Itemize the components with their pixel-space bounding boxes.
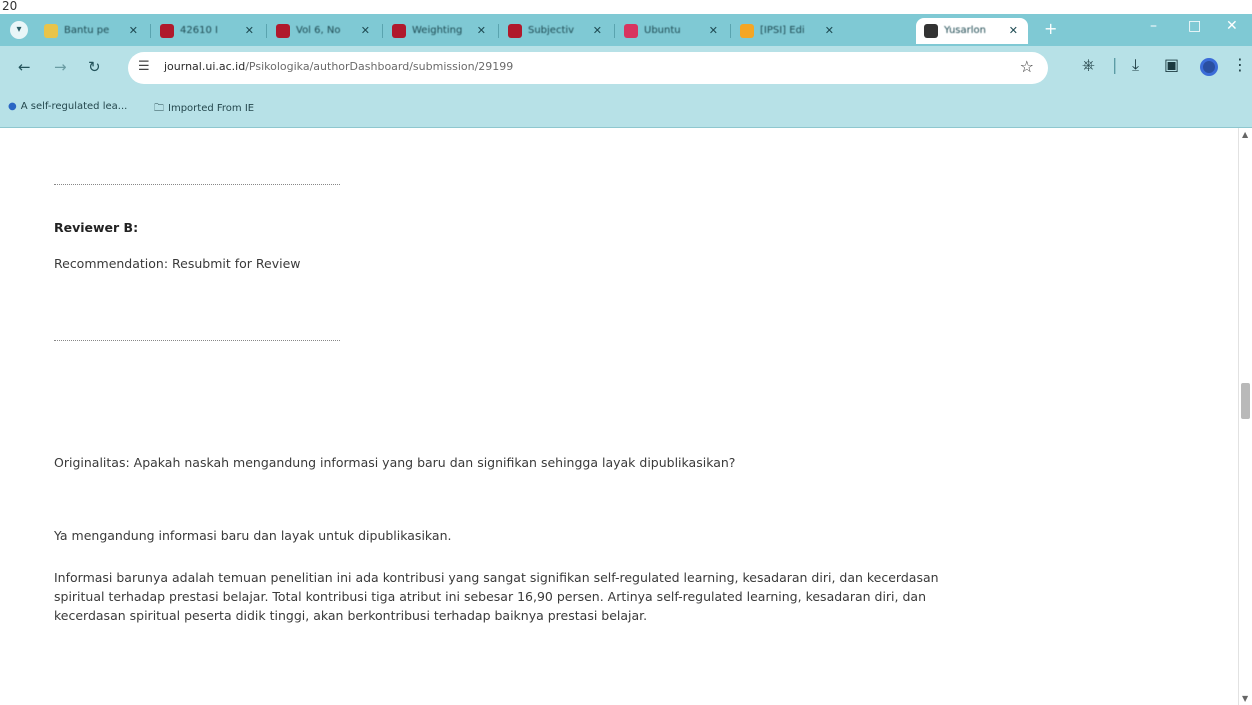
tab-4[interactable]: Weighting ✕ — [384, 18, 496, 44]
site-info-icon[interactable]: ☰ — [138, 59, 150, 74]
tab-favicon-icon — [624, 24, 638, 38]
tab-1[interactable]: Bantu pe ✕ — [36, 18, 148, 44]
browser-chrome: ▾ Bantu pe ✕ 42610 I ✕ Vol 6, No ✕ Weightin… — [0, 14, 1252, 128]
address-bar[interactable]: ☰ journal.ui.ac.id/Psikologika/authorDas… — [128, 52, 1048, 84]
tab-favicon-icon — [44, 24, 58, 38]
forward-button[interactable]: → — [54, 58, 67, 76]
originality-question: Originalitas: Apakah naskah mengandung i… — [54, 455, 736, 470]
page-viewport: Reviewer B: Recommendation: Resubmit for… — [0, 128, 1252, 705]
scroll-up-icon[interactable]: ▲ — [1242, 130, 1248, 139]
close-icon[interactable]: ✕ — [709, 18, 718, 44]
tab-3[interactable]: Vol 6, No ✕ — [268, 18, 380, 44]
sidepanel-icon[interactable]: ▣ — [1164, 55, 1179, 74]
tab-active[interactable]: Yusarlon ✕ — [916, 18, 1028, 44]
scroll-down-icon[interactable]: ▼ — [1242, 694, 1248, 703]
tab-title: [IPSI] Edi — [760, 25, 805, 36]
tab-strip: ▾ Bantu pe ✕ 42610 I ✕ Vol 6, No ✕ Weightin… — [0, 14, 1252, 46]
tab-favicon-icon — [392, 24, 406, 38]
scrollbar-thumb[interactable] — [1241, 383, 1250, 419]
tab-favicon-icon — [740, 24, 754, 38]
tab-title: Bantu pe — [64, 25, 110, 36]
url-path: /Psikologika/authorDashboard/submission/… — [245, 60, 514, 73]
globe-icon: ● — [8, 101, 17, 112]
tab-5[interactable]: Subjectiv ✕ — [500, 18, 612, 44]
back-button[interactable]: ← — [18, 58, 31, 76]
tab-search-icon[interactable]: ▾ — [10, 21, 28, 39]
recommendation-text: Recommendation: Resubmit for Review — [54, 256, 301, 271]
separator-line — [54, 184, 340, 186]
tab-6[interactable]: Ubuntu ✕ — [616, 18, 728, 44]
close-window-button[interactable]: ✕ — [1226, 18, 1238, 34]
url-text[interactable]: journal.ui.ac.id/Psikologika/authorDashb… — [164, 60, 513, 73]
originality-answer: Ya mengandung informasi baru dan layak u… — [54, 528, 452, 543]
close-icon[interactable]: ✕ — [593, 18, 602, 44]
originality-explanation: Informasi barunya adalah temuan peneliti… — [54, 570, 939, 623]
profile-icon[interactable] — [1200, 58, 1218, 76]
tab-favicon-icon — [160, 24, 174, 38]
tab-title: Ubuntu — [644, 25, 681, 36]
download-icon[interactable]: ⤓ — [1132, 55, 1139, 75]
tab-7[interactable]: [IPSI] Edi ✕ — [732, 18, 844, 44]
browser-toolbar: ← → ↻ ☰ journal.ui.ac.id/Psikologika/aut… — [0, 46, 1252, 90]
toolbar-divider: | — [1112, 55, 1118, 74]
separator-line — [54, 340, 340, 342]
maximize-button[interactable]: □ — [1188, 18, 1201, 34]
bookmark-label: Imported From IE — [168, 103, 255, 114]
close-icon[interactable]: ✕ — [477, 18, 486, 44]
extensions-icon[interactable]: ⎈ — [1082, 55, 1095, 75]
new-tab-button[interactable]: + — [1044, 19, 1057, 38]
tab-2[interactable]: 42610 I ✕ — [152, 18, 264, 44]
url-host: journal.ui.ac.id — [164, 60, 246, 73]
bookmark-label: A self-regulated lea... — [20, 101, 128, 112]
corner-label: 20 — [0, 0, 40, 14]
tab-title: Weighting — [412, 25, 463, 36]
tab-title: Vol 6, No — [296, 25, 341, 36]
close-icon[interactable]: ✕ — [245, 18, 254, 44]
bookmark-item[interactable]: ● A self-regulated lea... — [8, 101, 127, 112]
minimize-button[interactable]: – — [1150, 18, 1157, 34]
close-icon[interactable]: ✕ — [825, 18, 834, 44]
bookmark-folder[interactable]: 🗀 Imported From IE — [154, 101, 254, 118]
reviewer-heading: Reviewer B: — [54, 220, 139, 235]
close-icon[interactable]: ✕ — [1009, 18, 1018, 44]
tab-favicon-icon — [508, 24, 522, 38]
folder-icon: 🗀 — [154, 103, 164, 114]
tab-title: 42610 I — [180, 25, 218, 36]
close-icon[interactable]: ✕ — [129, 18, 138, 44]
reload-button[interactable]: ↻ — [88, 58, 101, 76]
close-icon[interactable]: ✕ — [361, 18, 370, 44]
bookmarks-bar: ● A self-regulated lea... 🗀 Imported From … — [0, 90, 1252, 128]
tab-favicon-icon — [924, 24, 938, 38]
menu-icon[interactable]: ⋮ — [1232, 55, 1248, 74]
bookmark-star-icon[interactable]: ☆ — [1020, 57, 1034, 76]
page-scrollbar[interactable]: ▲ ▼ — [1238, 128, 1252, 705]
tab-favicon-icon — [276, 24, 290, 38]
tab-title: Yusarlon — [944, 25, 986, 36]
tab-title: Subjectiv — [528, 25, 575, 36]
